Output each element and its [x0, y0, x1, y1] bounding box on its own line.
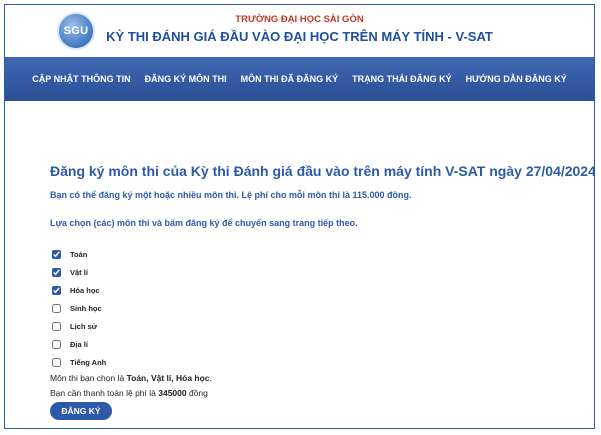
- subject-item-chemistry: Hóa học: [50, 281, 106, 299]
- subject-item-math: Toán: [50, 245, 106, 263]
- instruction-text: Lựa chọn (các) môn thi và bấm đăng ký để…: [50, 218, 358, 228]
- nav-registration-guide[interactable]: HƯỚNG DẪN ĐĂNG KÝ: [459, 74, 574, 84]
- selected-suffix: .: [209, 373, 212, 383]
- page-frame: SGU TRƯỜNG ĐẠI HỌC SÀI GÒN KỲ THI ĐÁNH G…: [4, 4, 595, 429]
- subject-checkbox-math[interactable]: [52, 249, 61, 259]
- fee-info-text: Bạn có thể đăng ký một hoặc nhiều môn th…: [50, 190, 412, 200]
- register-button[interactable]: ĐĂNG KÝ: [50, 402, 112, 420]
- site-header: SGU TRƯỜNG ĐẠI HỌC SÀI GÒN KỲ THI ĐÁNH G…: [5, 5, 594, 57]
- subject-item-geography: Địa lí: [50, 335, 106, 353]
- main-nav: CẬP NHẬT THÔNG TIN ĐĂNG KÝ MÔN THI MÔN T…: [5, 57, 594, 101]
- fee-suffix: đồng: [186, 388, 208, 398]
- subject-item-history: Lịch sử: [50, 317, 106, 335]
- subject-label[interactable]: Tiếng Anh: [70, 358, 106, 367]
- subject-label[interactable]: Địa lí: [70, 340, 88, 349]
- subject-checkbox-physics[interactable]: [52, 267, 61, 277]
- selected-prefix: Môn thi bạn chọn là: [50, 373, 127, 383]
- page-title: Đăng ký môn thi của Kỳ thi Đánh giá đầu …: [50, 163, 595, 179]
- subject-item-physics: Vật lí: [50, 263, 106, 281]
- subject-checkbox-history[interactable]: [52, 321, 61, 331]
- fee-prefix: Bạn cần thanh toán lệ phí là: [50, 388, 159, 398]
- total-fee-text: Bạn cần thanh toán lệ phí là 345000 đồng: [50, 388, 208, 398]
- subject-label[interactable]: Lịch sử: [70, 322, 97, 331]
- university-name: TRƯỜNG ĐẠI HỌC SÀI GÒN: [235, 14, 364, 25]
- nav-registered-subjects[interactable]: MÔN THI ĐÃ ĐĂNG KÝ: [234, 74, 346, 84]
- subject-item-biology: Sinh học: [50, 299, 106, 317]
- subject-checkbox-chemistry[interactable]: [52, 285, 61, 295]
- subject-checkbox-biology[interactable]: [52, 303, 61, 313]
- nav-register-subject[interactable]: ĐĂNG KÝ MÔN THI: [138, 74, 234, 84]
- nav-update-info[interactable]: CẬP NHẬT THÔNG TIN: [25, 74, 137, 84]
- subject-label[interactable]: Sinh học: [70, 304, 102, 313]
- subject-label[interactable]: Hóa học: [70, 286, 100, 295]
- subject-checkbox-geography[interactable]: [52, 339, 61, 349]
- selected-subjects-text: Môn thi bạn chọn là Toán, Vật lí, Hóa họ…: [50, 373, 212, 383]
- nav-registration-status[interactable]: TRẠNG THÁI ĐĂNG KÝ: [345, 74, 459, 84]
- subject-checkbox-english[interactable]: [52, 357, 61, 367]
- subject-label[interactable]: Vật lí: [70, 268, 88, 277]
- subject-list: Toán Vật lí Hóa học Sinh học Lịch sử Địa…: [50, 245, 106, 371]
- subject-label[interactable]: Toán: [70, 250, 87, 259]
- exam-title: KỲ THI ĐÁNH GIÁ ĐẦU VÀO ĐẠI HỌC TRÊN MÁY…: [106, 29, 493, 44]
- subject-item-english: Tiếng Anh: [50, 353, 106, 371]
- selected-subjects-value: Toán, Vật lí, Hóa học: [126, 373, 210, 383]
- total-fee-value: 345000: [158, 388, 187, 398]
